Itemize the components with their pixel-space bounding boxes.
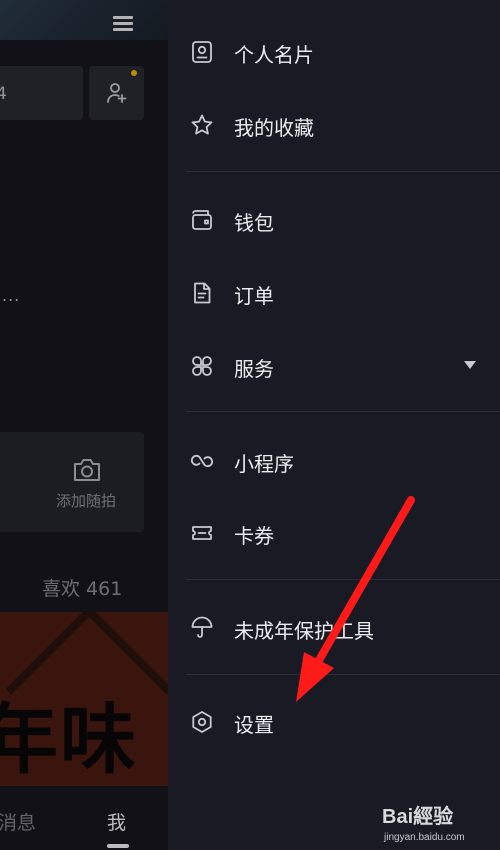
- menu-item-services[interactable]: 服务: [168, 336, 500, 396]
- order-document-icon: [194, 282, 211, 304]
- menu-item-label: 未成年保护工具: [234, 619, 374, 643]
- menu-item-orders[interactable]: 订单: [168, 263, 500, 323]
- menu-item-label: 小程序: [234, 452, 294, 476]
- menu-divider: [186, 411, 500, 412]
- baidu-jingyan-watermark: Bai經验 jingyan.baidu.com: [380, 800, 498, 848]
- menu-divider: [186, 674, 500, 675]
- ticket-icon: [192, 526, 212, 540]
- wallet-icon: [192, 210, 212, 230]
- menu-item-label: 设置: [234, 713, 274, 737]
- menu-item-label: 钱包: [234, 211, 274, 235]
- menu-item-business-card[interactable]: 个人名片: [168, 22, 500, 82]
- menu-item-coupons[interactable]: 卡券: [168, 503, 500, 563]
- watermark-logo-text: Bai經验: [382, 806, 454, 828]
- menu-divider: [186, 171, 500, 172]
- mini-program-icon: [190, 454, 214, 468]
- menu-item-label: 服务: [234, 357, 274, 381]
- umbrella-icon: [191, 616, 213, 638]
- menu-item-wallet[interactable]: 钱包: [168, 190, 500, 250]
- menu-item-minor-protection[interactable]: 未成年保护工具: [168, 598, 500, 658]
- services-grid-icon: [192, 356, 212, 376]
- menu-item-label: 卡券: [234, 524, 274, 548]
- gear-icon: [192, 711, 212, 733]
- menu-item-mini-programs[interactable]: 小程序: [168, 431, 500, 491]
- watermark-url: jingyan.baidu.com: [384, 832, 465, 843]
- star-icon: [191, 114, 213, 135]
- menu-item-settings[interactable]: 设置: [168, 692, 500, 752]
- chevron-down-icon[interactable]: [464, 361, 476, 370]
- side-drawer-menu: 个人名片 我的收藏 钱包 订单 服务 小程序 卡券 未成年保护工具 设置: [168, 0, 500, 850]
- menu-item-favorites[interactable]: 我的收藏: [168, 95, 500, 155]
- drawer-backdrop-overlay[interactable]: [0, 0, 168, 850]
- contact-card-icon: [192, 41, 212, 63]
- background-profile-page: 4 ... 添加随拍 喜欢 461 年味 消息 我: [0, 0, 168, 850]
- menu-item-label: 订单: [234, 284, 274, 308]
- menu-item-label: 个人名片: [234, 43, 314, 67]
- menu-item-label: 我的收藏: [234, 116, 314, 140]
- menu-divider: [186, 579, 500, 580]
